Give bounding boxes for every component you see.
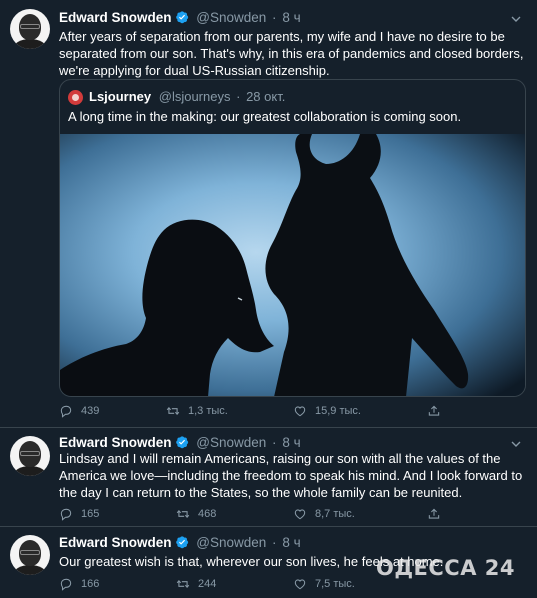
tweet-text: After years of separation from our paren… (59, 29, 524, 78)
retweet-button[interactable]: 468 (176, 506, 216, 522)
share-button[interactable] (427, 403, 449, 419)
more-chevron-icon[interactable] (508, 11, 524, 27)
like-count: 15,9 тыс. (315, 405, 361, 417)
separator: · (236, 89, 241, 104)
quoted-avatar[interactable] (68, 90, 83, 105)
channel-watermark: ОДЕССА 24 (376, 556, 516, 580)
like-button[interactable]: 7,5 тыс. (293, 576, 355, 592)
retweet-button[interactable]: 1,3 тыс. (166, 403, 228, 419)
author-handle[interactable]: @Snowden (196, 10, 266, 25)
quoted-author-name[interactable]: Lsjourney (89, 89, 151, 104)
separator: · (272, 10, 277, 25)
verified-badge-icon (175, 535, 189, 549)
quoted-author-handle[interactable]: @lsjourneys (159, 89, 231, 104)
retweet-icon (166, 404, 180, 418)
reply-icon (59, 507, 73, 521)
like-icon (293, 507, 307, 521)
reply-button[interactable]: 439 (59, 403, 99, 419)
verified-badge-icon (175, 10, 189, 24)
retweet-icon (176, 577, 190, 591)
reply-button[interactable]: 165 (59, 506, 99, 522)
share-icon (427, 507, 441, 521)
reply-count: 439 (81, 405, 100, 417)
share-button[interactable] (427, 506, 449, 522)
quoted-tweet-text: A long time in the making: our greatest … (68, 109, 462, 124)
tweet[interactable]: Edward Snowden @Snowden · 8 ч Lindsay an… (0, 428, 537, 527)
author-name[interactable]: Edward Snowden (59, 535, 172, 550)
reply-icon (59, 577, 73, 591)
separator: · (272, 435, 277, 450)
retweet-count: 468 (198, 508, 217, 520)
quoted-tweet[interactable]: Lsjourney @lsjourneys · 28 окт. A long t… (59, 79, 526, 397)
like-icon (293, 577, 307, 591)
like-icon (293, 404, 307, 418)
reply-count: 165 (81, 508, 100, 520)
retweet-icon (176, 507, 190, 521)
tweet-header: Edward Snowden @Snowden · 8 ч (59, 10, 301, 28)
tweet-header: Edward Snowden @Snowden · 8 ч (59, 535, 301, 553)
like-count: 8,7 тыс. (315, 508, 355, 520)
tweet[interactable]: Edward Snowden @Snowden · 8 ч After year… (0, 0, 537, 428)
quoted-header: Lsjourney @lsjourneys · 28 окт. (89, 89, 285, 104)
tweet-time[interactable]: 8 ч (282, 10, 300, 25)
tweet-time[interactable]: 8 ч (282, 435, 300, 450)
tweet-actions: 165 468 8,7 тыс. (59, 506, 459, 522)
tweet-actions: 439 1,3 тыс. 15,9 тыс. (59, 403, 459, 419)
quoted-photo[interactable] (60, 134, 526, 397)
author-handle[interactable]: @Snowden (196, 435, 266, 450)
reply-icon (59, 404, 73, 418)
tweet-text: Lindsay and I will remain Americans, rai… (59, 451, 523, 500)
like-button[interactable]: 15,9 тыс. (293, 403, 361, 419)
retweet-button[interactable]: 244 (176, 576, 216, 592)
tweet-time[interactable]: 8 ч (282, 535, 300, 550)
like-button[interactable]: 8,7 тыс. (293, 506, 355, 522)
reply-button[interactable]: 166 (59, 576, 99, 592)
retweet-count: 1,3 тыс. (188, 405, 228, 417)
quoted-tweet-time[interactable]: 28 окт. (246, 89, 285, 104)
verified-badge-icon (175, 435, 189, 449)
like-count: 7,5 тыс. (315, 578, 355, 590)
avatar[interactable] (10, 535, 50, 575)
share-icon (427, 404, 441, 418)
avatar[interactable] (10, 436, 50, 476)
reply-count: 166 (81, 578, 100, 590)
author-name[interactable]: Edward Snowden (59, 10, 172, 25)
avatar[interactable] (10, 9, 50, 49)
author-name[interactable]: Edward Snowden (59, 435, 172, 450)
retweet-count: 244 (198, 578, 217, 590)
separator: · (272, 535, 277, 550)
author-handle[interactable]: @Snowden (196, 535, 266, 550)
